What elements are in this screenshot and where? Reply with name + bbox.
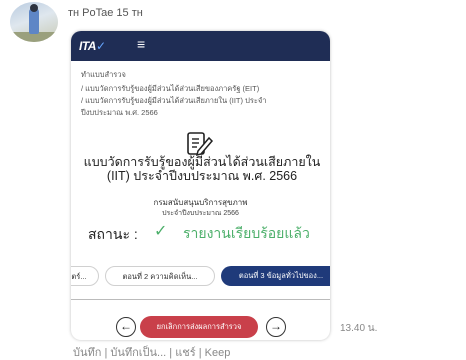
previous-button[interactable]: ← (116, 317, 136, 337)
next-button[interactable]: → (266, 317, 286, 337)
shared-image-card[interactable]: ITA✓ ≡ ทำแบบสำรวจ / แบบวัดการรับรู้ของผู… (71, 31, 330, 340)
ita-logo: ITA✓ (79, 39, 106, 53)
sender-name: тн PoTae 15 тн (68, 7, 143, 19)
fiscal-year: ประจำปีงบประมาณ 2566 (162, 210, 239, 217)
sender-avatar[interactable] (10, 2, 58, 42)
breadcrumb-iit[interactable]: / แบบวัดการรับรู้ของผู้มีส่วนได้ส่วนเสีย… (81, 95, 267, 107)
divider (71, 299, 330, 300)
tab-part-3[interactable]: ตอนที่ 3 ข้อมูลทั่วไปของ... (221, 266, 330, 286)
check-icon: ✓ (154, 223, 168, 240)
message-time: 13.40 น. (340, 323, 378, 334)
avatar-head (30, 4, 38, 12)
status-value: รายงานเรียบร้อยแล้ว (183, 225, 310, 241)
tab-part-1[interactable]: ตร์... (71, 266, 99, 286)
breadcrumb-eit[interactable]: / แบบวัดการรับรู้ของผู้มีส่วนได้ส่วนเสีย… (81, 83, 259, 95)
survey-title: แบบวัดการรับรู้ของผู้มีส่วนได้ส่วนเสียภา… (83, 155, 321, 183)
breadcrumb-year: ปีงบประมาณ พ.ศ. 2566 (81, 108, 158, 117)
hamburger-icon[interactable]: ≡ (137, 36, 145, 52)
breadcrumb-root[interactable]: ทำแบบสำรวจ (81, 69, 126, 81)
message-actions[interactable]: บันทึก | บันทึกเป็น... | แชร์ | Keep (73, 343, 230, 360)
cancel-submission-button[interactable]: ยกเลิกการส่งผลการสำรวจ (140, 316, 258, 338)
app-header: ITA✓ ≡ (71, 31, 330, 61)
status-label: สถานะ : (88, 226, 138, 242)
tab-part-2[interactable]: ตอนที่ 2 ความคิดเห็น... (105, 266, 215, 286)
document-edit-icon (187, 132, 214, 157)
